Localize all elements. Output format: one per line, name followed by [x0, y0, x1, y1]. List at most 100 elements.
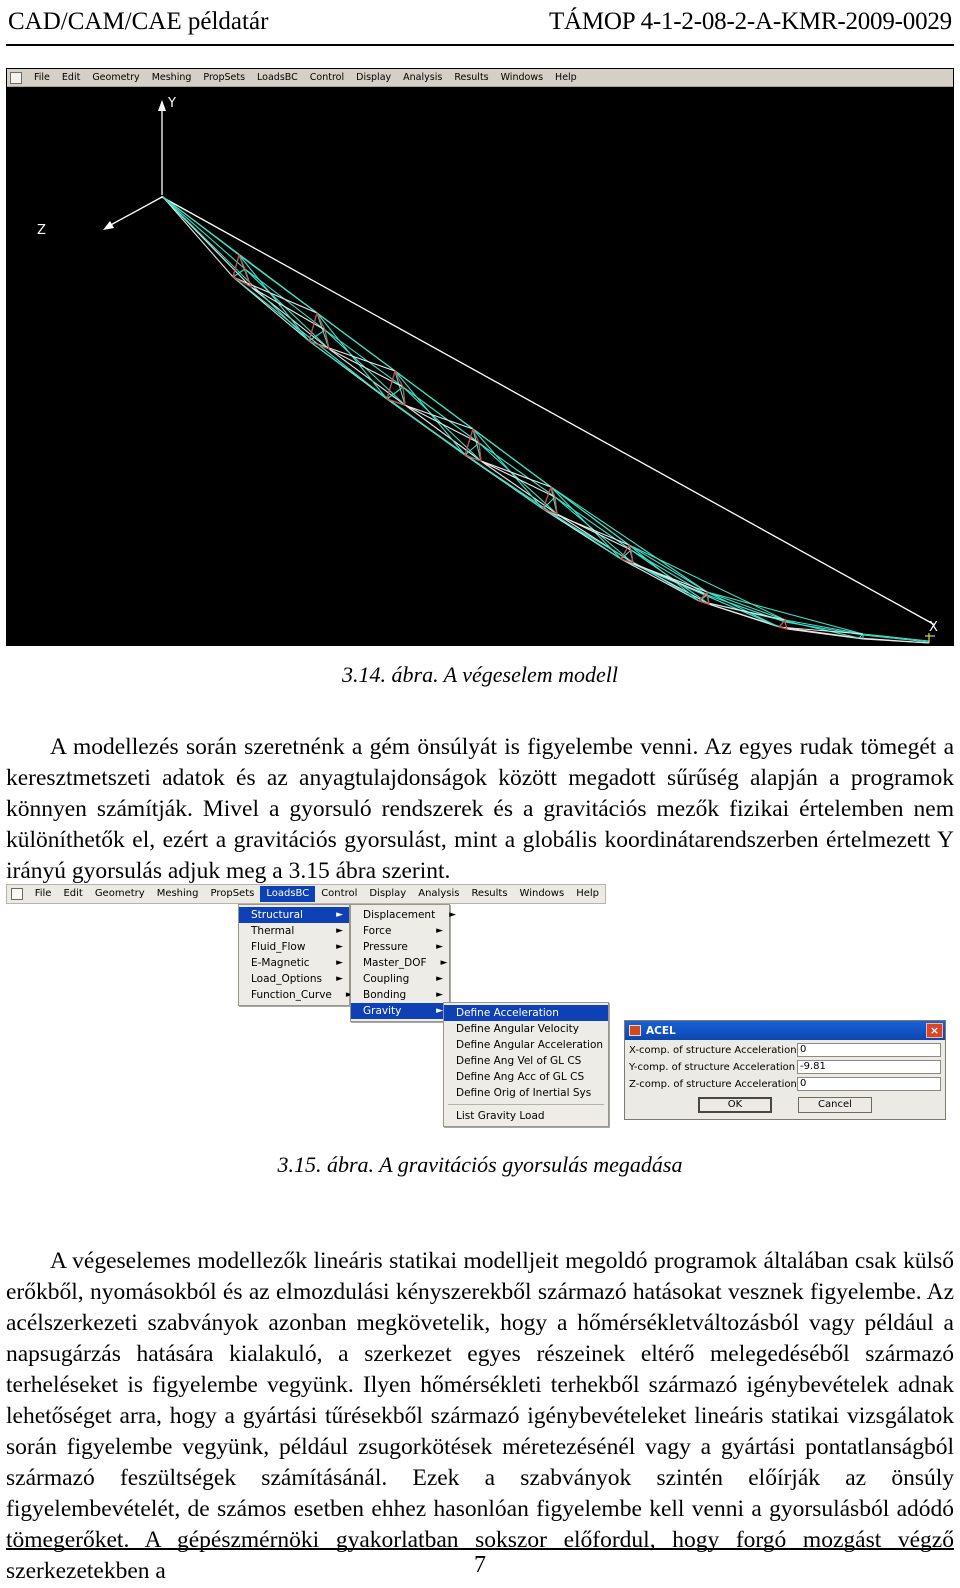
dropdown-item-load-options[interactable]: Load_Options ►	[239, 971, 349, 987]
dialog-titlebar[interactable]: ACEL ×	[625, 1021, 945, 1040]
field-row-y: Y-comp. of structure Acceleration -9.81	[629, 1060, 941, 1074]
menu2-item-file[interactable]: File	[29, 886, 58, 902]
menu2-item-loadsbc[interactable]: LoadsBC	[260, 886, 316, 902]
chevron-right-icon: ►	[336, 957, 343, 968]
cancel-button[interactable]: Cancel	[798, 1097, 872, 1113]
fea-menubar-2: File Edit Geometry Meshing PropSets Load…	[6, 884, 606, 904]
chevron-right-icon: ►	[436, 925, 443, 936]
submenu-item-force[interactable]: Force ►	[351, 923, 449, 939]
field-row-z: Z-comp. of structure Acceleration 0	[629, 1077, 941, 1091]
menu2-item-results[interactable]: Results	[465, 886, 513, 902]
header-right-text: TÁMOP 4-1-2-08-2-A-KMR-2009-0029	[548, 8, 952, 35]
footer-divider	[6, 1548, 954, 1550]
submenu-item-label: Define Angular Velocity	[456, 1023, 579, 1035]
header-divider	[6, 44, 954, 46]
dialog-app-icon	[629, 1025, 641, 1036]
menu2-item-propsets[interactable]: PropSets	[204, 886, 260, 902]
submenu-item-list-gravity-load[interactable]: List Gravity Load	[444, 1108, 608, 1124]
dropdown-item-label: Thermal	[251, 925, 295, 937]
menu2-item-display[interactable]: Display	[363, 886, 412, 902]
header-left-text: CAD/CAM/CAE példatár	[8, 8, 269, 35]
menu2-item-control[interactable]: Control	[315, 886, 363, 902]
submenu-item-label: Force	[363, 925, 392, 937]
menu-item-geometry[interactable]: Geometry	[86, 71, 145, 85]
submenu-item-define-ang-acc-gl-cs[interactable]: Define Ang Acc of GL CS	[444, 1069, 608, 1085]
acel-dialog: ACEL × X-comp. of structure Acceleration…	[624, 1020, 946, 1120]
menu2-item-help[interactable]: Help	[570, 886, 605, 902]
submenu-item-gravity[interactable]: Gravity ►	[351, 1003, 449, 1019]
menu-item-loadsbc[interactable]: LoadsBC	[251, 71, 304, 85]
menu-item-results[interactable]: Results	[448, 71, 494, 85]
submenu-item-label: Define Ang Vel of GL CS	[456, 1055, 582, 1067]
x-comp-label: X-comp. of structure Acceleration	[629, 1044, 797, 1056]
menu-item-edit[interactable]: Edit	[56, 71, 86, 85]
dropdown-item-function-curve[interactable]: Function_Curve ►	[239, 987, 353, 1003]
dropdown-item-e-magnetic[interactable]: E-Magnetic ►	[239, 955, 349, 971]
application-icon	[10, 71, 22, 84]
menu2-item-analysis[interactable]: Analysis	[412, 886, 465, 902]
submenu-item-define-orig-inertial-sys[interactable]: Define Orig of Inertial Sys	[444, 1085, 608, 1101]
x-comp-input[interactable]: 0	[797, 1043, 941, 1057]
figure-1-caption: 3.14. ábra. A végeselem modell	[342, 662, 618, 687]
menu-item-windows[interactable]: Windows	[495, 71, 549, 85]
dropdown-item-label: E-Magnetic	[251, 957, 310, 969]
menu-item-file[interactable]: File	[28, 71, 56, 85]
truss-elements	[162, 196, 935, 644]
chevron-right-icon: ►	[440, 957, 448, 968]
chevron-right-icon: ►	[336, 925, 343, 936]
submenu-item-coupling[interactable]: Coupling ►	[351, 971, 449, 987]
body-paragraph-1: A modellezés során szeretnénk a gém önsú…	[6, 733, 954, 884]
dropdown-item-fluid-flow[interactable]: Fluid_Flow ►	[239, 939, 349, 955]
dropdown-item-label: Load_Options	[251, 973, 322, 985]
chevron-right-icon: ►	[436, 1005, 443, 1016]
page-header: CAD/CAM/CAE példatár TÁMOP 4-1-2-08-2-A-…	[8, 8, 952, 42]
chevron-right-icon: ►	[336, 909, 343, 920]
dialog-title: ACEL	[646, 1024, 676, 1037]
axis-label-y: Y	[167, 96, 176, 111]
application-icon-2	[11, 888, 23, 900]
menu2-item-edit[interactable]: Edit	[57, 886, 88, 902]
chevron-right-icon: ►	[336, 973, 343, 984]
fea-application-window: File Edit Geometry Meshing PropSets Load…	[6, 68, 954, 646]
submenu-item-label: Define Angular Acceleration	[456, 1039, 604, 1051]
submenu-item-master-dof[interactable]: Master_DOF ►	[351, 955, 449, 971]
submenu-item-label: Bonding	[363, 989, 407, 1001]
fea-3d-viewport[interactable]: Y Z X	[7, 87, 953, 645]
submenu-item-label: Define Acceleration	[456, 1007, 559, 1019]
menu-item-analysis[interactable]: Analysis	[397, 71, 448, 85]
menu-separator	[448, 1104, 604, 1105]
y-comp-input[interactable]: -9.81	[797, 1060, 941, 1074]
submenu-item-label: Define Ang Acc of GL CS	[456, 1071, 585, 1083]
submenu-item-define-angular-velocity[interactable]: Define Angular Velocity	[444, 1021, 608, 1037]
dropdown-item-thermal[interactable]: Thermal ►	[239, 923, 349, 939]
close-icon[interactable]: ×	[926, 1023, 943, 1038]
menu-item-help[interactable]: Help	[549, 71, 583, 85]
dialog-button-row: OK Cancel	[629, 1094, 941, 1117]
menu-item-meshing[interactable]: Meshing	[146, 71, 198, 85]
dialog-body: X-comp. of structure Acceleration 0 Y-co…	[625, 1040, 945, 1119]
submenu-item-label: Gravity	[363, 1005, 402, 1017]
submenu-structural: Displacement ► Force ► Pressure ► Master…	[350, 904, 456, 1022]
submenu-item-define-ang-vel-gl-cs[interactable]: Define Ang Vel of GL CS	[444, 1053, 608, 1069]
submenu-gravity: Define Acceleration Define Angular Veloc…	[443, 1002, 609, 1127]
z-comp-label: Z-comp. of structure Acceleration	[629, 1078, 797, 1090]
submenu-item-displacement[interactable]: Displacement ►	[351, 907, 456, 923]
y-comp-label: Y-comp. of structure Acceleration	[629, 1061, 796, 1073]
menu2-item-geometry[interactable]: Geometry	[89, 886, 151, 902]
axis-label-z: Z	[37, 223, 46, 238]
menu-item-propsets[interactable]: PropSets	[197, 71, 251, 85]
submenu-item-pressure[interactable]: Pressure ►	[351, 939, 449, 955]
z-comp-input[interactable]: 0	[797, 1077, 941, 1091]
submenu-item-define-acceleration[interactable]: Define Acceleration	[444, 1005, 608, 1021]
menu-item-control[interactable]: Control	[304, 71, 350, 85]
chevron-right-icon: ►	[449, 909, 457, 920]
dropdown-item-structural[interactable]: Structural ►	[239, 907, 349, 923]
submenu-item-define-angular-acceleration[interactable]: Define Angular Acceleration	[444, 1037, 608, 1053]
submenu-item-label: List Gravity Load	[456, 1110, 545, 1122]
field-row-x: X-comp. of structure Acceleration 0	[629, 1043, 941, 1057]
menu2-item-windows[interactable]: Windows	[514, 886, 571, 902]
ok-button[interactable]: OK	[698, 1097, 772, 1113]
menu2-item-meshing[interactable]: Meshing	[151, 886, 205, 902]
submenu-item-bonding[interactable]: Bonding ►	[351, 987, 449, 1003]
menu-item-display[interactable]: Display	[350, 71, 397, 85]
